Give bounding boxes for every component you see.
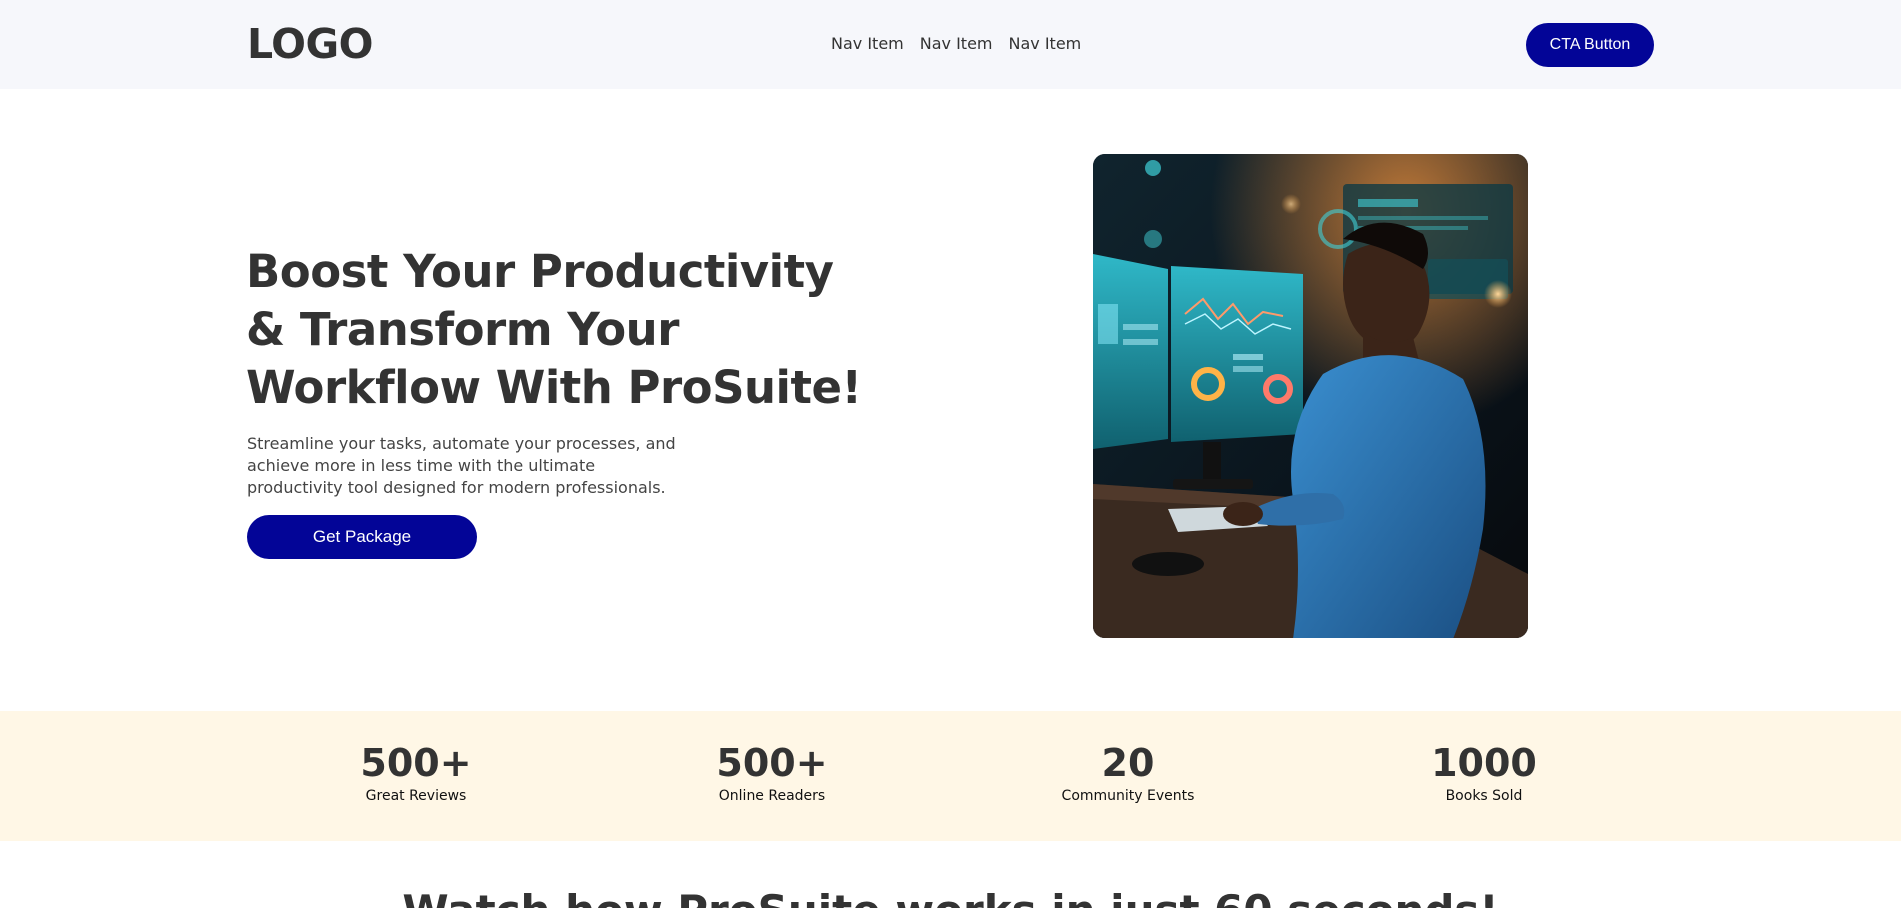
stats-section: 500+ Great Reviews 500+ Online Readers 2… <box>0 711 1901 841</box>
nav-item-1[interactable]: Nav Item <box>831 34 904 53</box>
cta-button[interactable]: CTA Button <box>1526 23 1654 67</box>
stat-item: 500+ Online Readers <box>662 741 882 804</box>
hero-photo-illustration <box>1093 154 1528 638</box>
nav-item-2[interactable]: Nav Item <box>920 34 993 53</box>
hero-title: Boost Your Productivity & Transform Your… <box>246 245 862 414</box>
stat-label: Great Reviews <box>365 788 467 804</box>
stat-value: 1000 <box>1431 741 1537 785</box>
video-section-heading: Watch how ProSuite works in just 60 seco… <box>0 886 1901 908</box>
stat-value: 20 <box>1101 741 1155 785</box>
stat-label: Books Sold <box>1445 788 1523 804</box>
site-header: LOGO Nav Item Nav Item Nav Item CTA Butt… <box>0 0 1901 89</box>
stat-label: Online Readers <box>718 788 826 804</box>
stat-value: 500+ <box>716 741 828 785</box>
main-nav: Nav Item Nav Item Nav Item <box>831 34 1081 53</box>
logo[interactable]: LOGO <box>247 20 374 68</box>
stat-item: 1000 Books Sold <box>1374 741 1594 804</box>
stat-item: 500+ Great Reviews <box>306 741 526 804</box>
get-package-button[interactable]: Get Package <box>247 515 477 559</box>
stat-value: 500+ <box>360 741 472 785</box>
hero-image <box>1093 154 1528 638</box>
nav-item-3[interactable]: Nav Item <box>1009 34 1082 53</box>
stat-label: Community Events <box>1061 788 1195 804</box>
hero-subtitle: Streamline your tasks, automate your pro… <box>247 434 676 497</box>
stat-item: 20 Community Events <box>1018 741 1238 804</box>
